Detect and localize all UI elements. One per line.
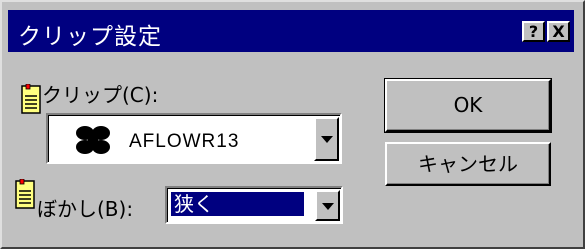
sticky-note-icon[interactable] bbox=[15, 179, 35, 209]
clip-dropdown-button[interactable] bbox=[314, 117, 339, 161]
clip-select[interactable]: AFLOWR13 bbox=[46, 113, 342, 164]
help-button[interactable]: ? bbox=[522, 21, 545, 42]
close-button[interactable]: X bbox=[547, 21, 570, 42]
dialog-title: クリップ設定 bbox=[18, 24, 162, 50]
sticky-note-icon[interactable] bbox=[21, 84, 41, 114]
blur-select-field: 狭く bbox=[167, 188, 341, 222]
butterfly-clip-icon bbox=[76, 126, 110, 154]
clip-value: AFLOWR13 bbox=[129, 131, 240, 152]
blur-select[interactable]: 狭く bbox=[165, 186, 343, 224]
chevron-down-icon bbox=[320, 136, 333, 143]
blur-label: ぼかし(B): bbox=[37, 197, 134, 221]
blur-value: 狭く bbox=[171, 192, 304, 216]
clip-settings-dialog: クリップ設定 ? X クリップ(C): AFLOWR13 ぼかし(B): 狭く … bbox=[0, 0, 585, 249]
cancel-button[interactable]: キャンセル bbox=[385, 142, 551, 186]
title-bar: クリップ設定 ? X bbox=[8, 10, 574, 52]
chevron-down-icon bbox=[321, 202, 334, 210]
blur-dropdown-button[interactable] bbox=[315, 190, 340, 221]
clip-label: クリップ(C): bbox=[42, 83, 159, 107]
clip-select-field: AFLOWR13 bbox=[48, 115, 340, 162]
ok-button[interactable]: OK bbox=[384, 78, 552, 133]
